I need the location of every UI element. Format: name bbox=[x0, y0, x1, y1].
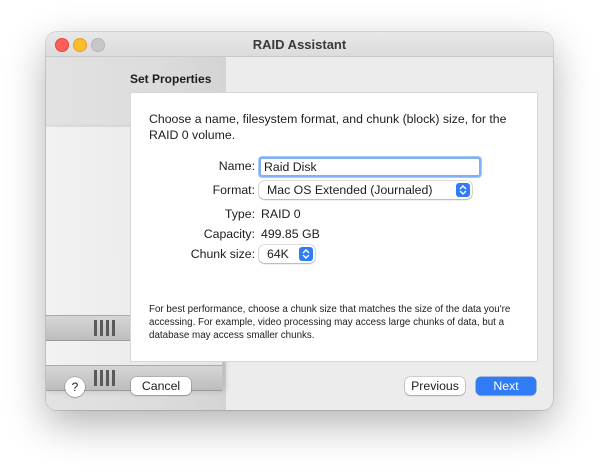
window-title: RAID Assistant bbox=[252, 37, 347, 52]
format-popup-button[interactable]: Mac OS Extended (Journaled) bbox=[259, 181, 472, 199]
name-label: Name: bbox=[218, 159, 255, 173]
capacity-value: 499.85 GB bbox=[261, 227, 320, 241]
help-button[interactable]: ? bbox=[65, 377, 85, 397]
raid-assistant-window: RAID Assistant Set Properties Choose a n… bbox=[46, 32, 553, 410]
title-bar[interactable]: RAID Assistant bbox=[46, 32, 553, 57]
chunk-size-note: For best performance, choose a chunk siz… bbox=[149, 304, 511, 341]
chevron-up-down-icon bbox=[456, 183, 470, 197]
chunk-size-value: 64K bbox=[267, 247, 289, 261]
page-heading: Set Properties bbox=[130, 72, 212, 86]
format-label: Format: bbox=[212, 183, 255, 197]
chunk-size-popup-button[interactable]: 64K bbox=[259, 245, 315, 263]
next-button[interactable]: Next bbox=[476, 377, 536, 395]
intro-text: Choose a name, filesystem format, and ch… bbox=[149, 112, 507, 142]
chunk-size-label: Chunk size: bbox=[190, 247, 255, 261]
type-value: RAID 0 bbox=[261, 207, 301, 221]
cancel-button[interactable]: Cancel bbox=[131, 377, 191, 395]
name-input[interactable]: Raid Disk bbox=[259, 157, 481, 177]
capacity-label: Capacity: bbox=[203, 227, 255, 241]
format-value: Mac OS Extended (Journaled) bbox=[267, 183, 433, 197]
chevron-up-down-icon bbox=[299, 247, 313, 261]
previous-button[interactable]: Previous bbox=[405, 377, 465, 395]
properties-panel: Choose a name, filesystem format, and ch… bbox=[130, 92, 538, 362]
type-label: Type: bbox=[224, 207, 255, 221]
